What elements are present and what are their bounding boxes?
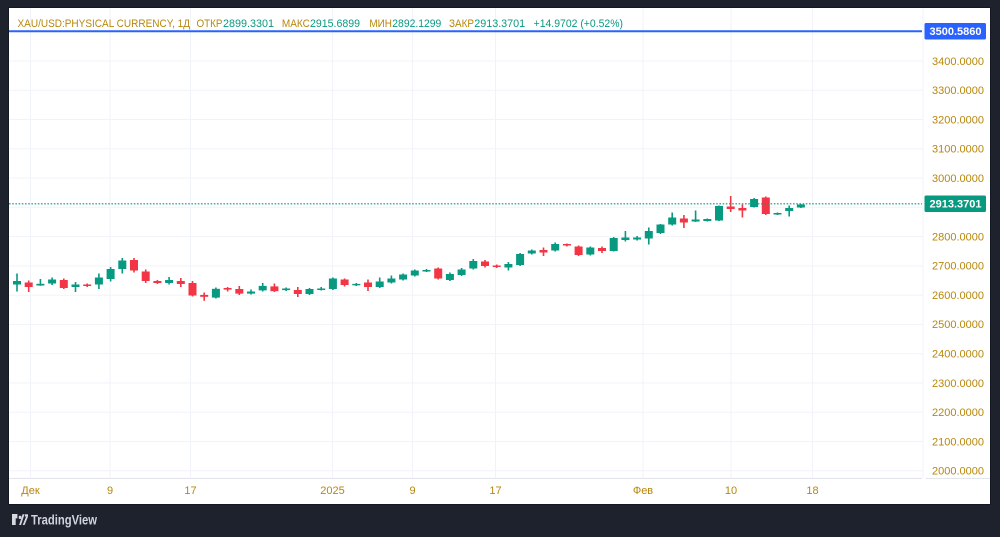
svg-text:2300.0000: 2300.0000	[932, 378, 984, 390]
svg-text:МИН: МИН	[369, 18, 392, 30]
svg-text:2913.3701: 2913.3701	[930, 199, 982, 211]
svg-text:3200.0000: 3200.0000	[932, 114, 984, 126]
svg-text:ЗАКР: ЗАКР	[449, 18, 474, 30]
svg-text:TradingView: TradingView	[31, 512, 97, 527]
svg-text:2025: 2025	[320, 485, 344, 497]
svg-text:18: 18	[806, 485, 818, 497]
svg-text:2700.0000: 2700.0000	[932, 261, 984, 273]
svg-text:10: 10	[725, 485, 737, 497]
svg-text:3100.0000: 3100.0000	[932, 144, 984, 156]
svg-text:2400.0000: 2400.0000	[932, 349, 984, 361]
svg-text:17: 17	[184, 485, 196, 497]
svg-text:2100.0000: 2100.0000	[932, 436, 984, 448]
svg-text:МАКС: МАКС	[282, 18, 310, 30]
svg-text:ОТКР: ОТКР	[197, 18, 223, 30]
svg-text:9: 9	[409, 485, 415, 497]
svg-text:XAU/USD:PHYSICAL CURRENCY, 1Д: XAU/USD:PHYSICAL CURRENCY, 1Д	[18, 18, 191, 30]
svg-text:2913.3701: 2913.3701	[474, 18, 525, 30]
svg-text:2600.0000: 2600.0000	[932, 290, 984, 302]
svg-text:2200.0000: 2200.0000	[932, 407, 984, 419]
svg-text:2915.6899: 2915.6899	[310, 18, 360, 30]
svg-text:Дек: Дек	[21, 485, 40, 497]
svg-text:2800.0000: 2800.0000	[932, 231, 984, 243]
svg-text:2500.0000: 2500.0000	[932, 319, 984, 331]
svg-text:2892.1299: 2892.1299	[392, 18, 441, 30]
svg-text:+14.9702 (+0.52%): +14.9702 (+0.52%)	[534, 18, 623, 30]
svg-text:Фев: Фев	[633, 485, 653, 497]
svg-text:3300.0000: 3300.0000	[932, 85, 984, 97]
svg-text:3000.0000: 3000.0000	[932, 173, 984, 185]
svg-text:2899.3301: 2899.3301	[223, 18, 274, 30]
svg-text:3400.0000: 3400.0000	[932, 56, 984, 68]
svg-text:3500.5860: 3500.5860	[930, 26, 982, 38]
svg-text:17: 17	[489, 485, 501, 497]
svg-text:2000.0000: 2000.0000	[932, 466, 984, 478]
svg-text:9: 9	[107, 485, 113, 497]
